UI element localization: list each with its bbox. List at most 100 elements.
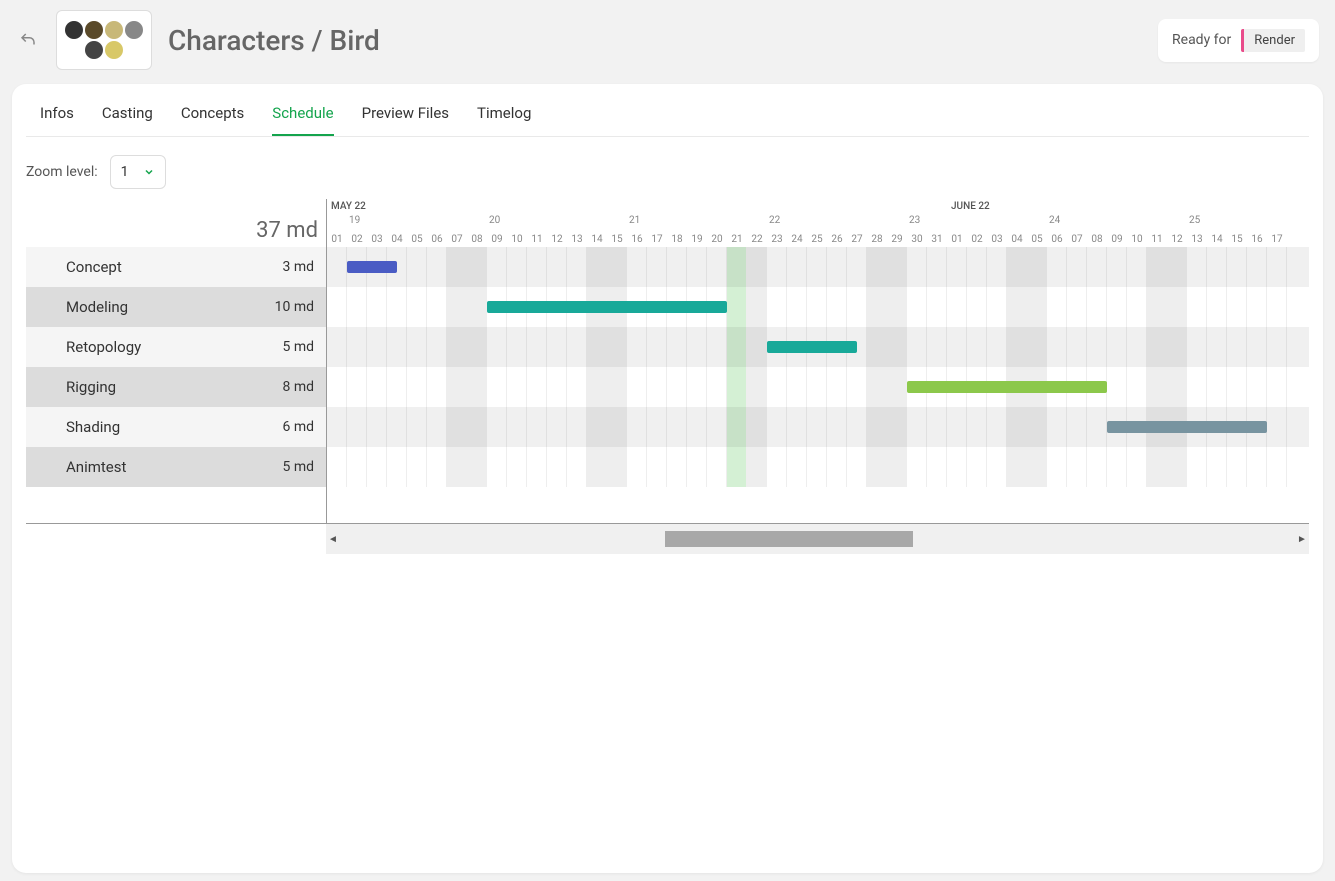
- page-header: Characters / Bird Ready for Render: [0, 0, 1335, 80]
- gantt-row-stripe: [327, 367, 1309, 407]
- scroll-left-arrow[interactable]: ◄: [326, 534, 340, 545]
- task-duration: 3 md: [282, 259, 314, 275]
- task-duration: 10 md: [275, 299, 314, 315]
- arrow-up-left-icon: [19, 31, 37, 49]
- timeline-column: MAY 22JUNE 22 19202122232425 01020304050…: [326, 199, 1309, 523]
- day-label: 11: [527, 234, 547, 245]
- gantt-bar[interactable]: [767, 341, 857, 353]
- task-row[interactable]: Rigging8 md: [26, 367, 326, 407]
- day-label: 03: [367, 234, 387, 245]
- asset-thumbnail[interactable]: [56, 10, 152, 70]
- task-name: Modeling: [66, 298, 128, 316]
- day-label: 08: [467, 234, 487, 245]
- gantt-bar[interactable]: [907, 381, 1107, 393]
- scroll-track[interactable]: [340, 531, 1295, 547]
- day-label: 03: [987, 234, 1007, 245]
- tab-timelog[interactable]: Timelog: [477, 84, 531, 136]
- day-label: 27: [847, 234, 867, 245]
- day-label: 05: [1027, 234, 1047, 245]
- task-row[interactable]: Concept 3 md: [26, 247, 326, 287]
- gantt-bar[interactable]: [347, 261, 397, 273]
- day-label: 18: [667, 234, 687, 245]
- day-label: 02: [967, 234, 987, 245]
- day-label: 04: [1007, 234, 1027, 245]
- day-label: 04: [387, 234, 407, 245]
- week-label: 21: [629, 215, 640, 226]
- day-label: 08: [1087, 234, 1107, 245]
- day-label: 17: [647, 234, 667, 245]
- day-label: 16: [627, 234, 647, 245]
- task-name: Concept: [66, 258, 122, 276]
- tabs-bar: Infos Casting Concepts Schedule Preview File…: [26, 84, 1309, 137]
- day-label: 11: [1147, 234, 1167, 245]
- day-label: 30: [907, 234, 927, 245]
- task-name: Animtest: [66, 458, 126, 476]
- week-label: 23: [909, 215, 920, 226]
- gantt-bar[interactable]: [487, 301, 727, 313]
- day-label: 20: [707, 234, 727, 245]
- day-label: 26: [827, 234, 847, 245]
- gantt-row-stripe: [327, 247, 1309, 287]
- horizontal-scrollbar[interactable]: ◄ ►: [326, 524, 1309, 554]
- tab-preview-files[interactable]: Preview Files: [362, 84, 449, 136]
- task-row[interactable]: Modeling 10 md: [26, 287, 326, 327]
- day-label: 15: [1227, 234, 1247, 245]
- zoom-select[interactable]: 1: [110, 155, 166, 189]
- zoom-label: Zoom level:: [26, 164, 98, 180]
- day-label: 09: [1107, 234, 1127, 245]
- day-label: 29: [887, 234, 907, 245]
- day-label: 01: [327, 234, 347, 245]
- task-duration: 5 md: [282, 339, 314, 355]
- day-label: 10: [1127, 234, 1147, 245]
- day-label: 13: [1187, 234, 1207, 245]
- day-label: 10: [507, 234, 527, 245]
- day-label: 09: [487, 234, 507, 245]
- gantt-bar[interactable]: [1107, 421, 1267, 433]
- day-label: 28: [867, 234, 887, 245]
- day-label: 17: [1267, 234, 1287, 245]
- month-label: JUNE 22: [951, 201, 990, 212]
- day-label: 15: [607, 234, 627, 245]
- day-label: 24: [787, 234, 807, 245]
- gantt-body[interactable]: [327, 247, 1309, 487]
- day-label: 31: [927, 234, 947, 245]
- week-label: 20: [489, 215, 500, 226]
- day-label: 06: [1047, 234, 1067, 245]
- tab-casting[interactable]: Casting: [102, 84, 153, 136]
- task-row[interactable]: Animtest 5 md: [26, 447, 326, 487]
- day-label: 21: [727, 234, 747, 245]
- day-label: 14: [587, 234, 607, 245]
- tab-schedule[interactable]: Schedule: [272, 84, 333, 136]
- scroll-right-arrow[interactable]: ►: [1295, 534, 1309, 545]
- tab-concepts[interactable]: Concepts: [181, 84, 244, 136]
- task-row[interactable]: Retopology 5 md: [26, 327, 326, 367]
- day-label: 23: [767, 234, 787, 245]
- day-label: 12: [1167, 234, 1187, 245]
- task-duration: 5 md: [282, 459, 314, 475]
- tab-infos[interactable]: Infos: [40, 84, 74, 136]
- day-label: 02: [347, 234, 367, 245]
- month-label: MAY 22: [331, 201, 366, 212]
- gantt-row-stripe: [327, 447, 1309, 487]
- day-label: 06: [427, 234, 447, 245]
- day-label: 14: [1207, 234, 1227, 245]
- day-label: 01: [947, 234, 967, 245]
- timeline-header: MAY 22JUNE 22 19202122232425 01020304050…: [327, 199, 1309, 247]
- day-label: 13: [567, 234, 587, 245]
- task-row[interactable]: Shading 6 md: [26, 407, 326, 447]
- back-button[interactable]: [16, 28, 40, 52]
- day-label: 07: [447, 234, 467, 245]
- ready-for-label: Ready for: [1172, 32, 1231, 48]
- task-name: Retopology: [66, 338, 141, 356]
- schedule-gantt: 37 md Concept3 mdModeling10 mdRetopology…: [26, 199, 1309, 524]
- zoom-value: 1: [121, 164, 129, 180]
- task-name: Shading: [66, 418, 120, 436]
- scroll-thumb[interactable]: [665, 531, 913, 547]
- content-card: Infos Casting Concepts Schedule Preview File…: [12, 84, 1323, 873]
- day-label: 19: [687, 234, 707, 245]
- week-label: 22: [769, 215, 780, 226]
- gantt-row-stripe: [327, 287, 1309, 327]
- task-duration: 6 md: [282, 419, 314, 435]
- ready-for-status-chip[interactable]: Render: [1241, 29, 1305, 52]
- day-label: 05: [407, 234, 427, 245]
